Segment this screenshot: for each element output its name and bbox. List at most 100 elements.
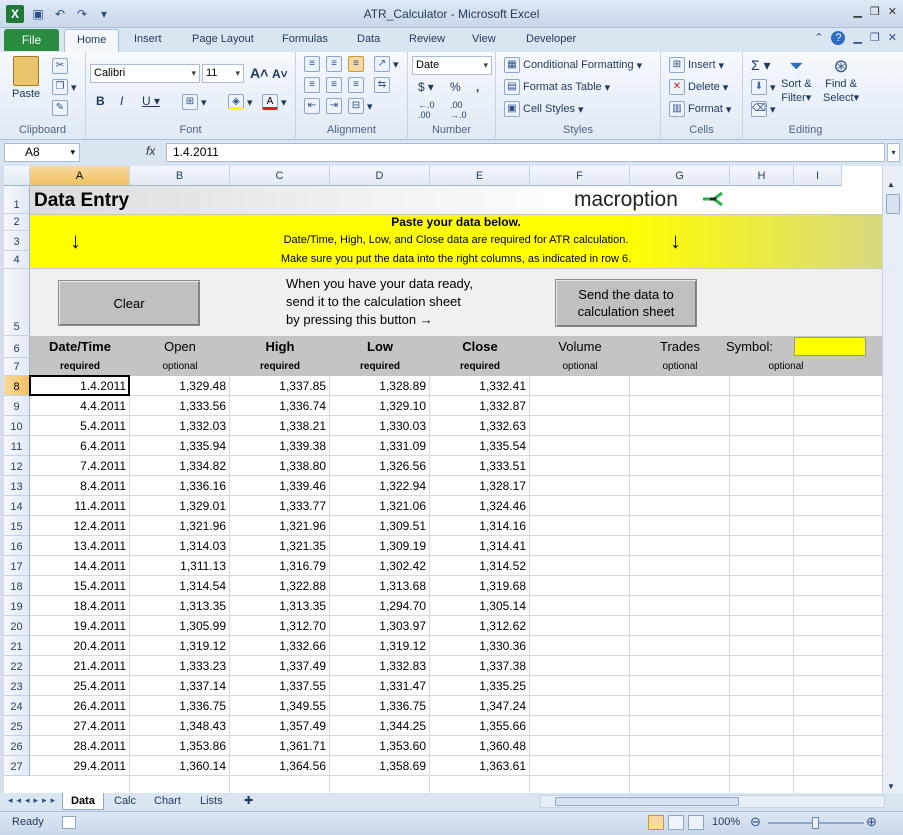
value-cell[interactable]: 1,329.01 <box>130 499 226 513</box>
value-cell[interactable]: 1,331.09 <box>330 439 426 453</box>
value-cell[interactable]: 1,358.69 <box>330 759 426 773</box>
row-header-8[interactable]: 8 <box>4 376 30 396</box>
value-cell[interactable]: 1,337.14 <box>130 679 226 693</box>
value-cell[interactable]: 1,321.96 <box>130 519 226 533</box>
value-cell[interactable]: 1,329.10 <box>330 399 426 413</box>
date-cell[interactable]: 4.4.2011 <box>30 399 126 413</box>
row-header-19[interactable]: 19 <box>4 596 30 616</box>
tab-insert[interactable]: Insert <box>134 33 162 45</box>
grow-font-icon[interactable]: A˄ <box>250 65 268 81</box>
value-cell[interactable]: 1,294.70 <box>330 599 426 613</box>
value-cell[interactable]: 1,305.14 <box>430 599 526 613</box>
value-cell[interactable]: 1,322.88 <box>230 579 326 593</box>
value-cell[interactable]: 1,338.21 <box>230 419 326 433</box>
date-cell[interactable]: 20.4.2011 <box>30 639 127 653</box>
value-cell[interactable]: 1,319.12 <box>130 639 226 653</box>
row-header-2[interactable]: 2 <box>4 214 30 231</box>
row-header-11[interactable]: 11 <box>4 436 30 456</box>
row-header-17[interactable]: 17 <box>4 556 30 576</box>
value-cell[interactable]: 1,321.35 <box>230 539 326 553</box>
help-icon[interactable]: ? <box>831 31 846 45</box>
sheet-tab-calc[interactable]: Calc <box>106 793 144 810</box>
align-middle-icon[interactable]: ≡ <box>326 56 342 72</box>
value-cell[interactable]: 1,337.55 <box>230 679 326 693</box>
date-cell[interactable]: 29.4.2011 <box>30 759 127 773</box>
value-cell[interactable]: 1,321.06 <box>330 499 426 513</box>
row-header-10[interactable]: 10 <box>4 416 30 436</box>
increase-indent-icon[interactable]: ⇥ <box>326 98 342 114</box>
vertical-scrollbar[interactable]: ▲ ▼ <box>882 166 903 793</box>
row-header-24[interactable]: 24 <box>4 696 30 716</box>
clear-icon[interactable]: ⌫ ▾ <box>751 101 776 117</box>
font-name-combo[interactable]: Calibri <box>90 64 200 83</box>
tab-review[interactable]: Review <box>409 33 445 45</box>
value-cell[interactable]: 1,330.03 <box>330 419 426 433</box>
value-cell[interactable]: 1,333.77 <box>230 499 326 513</box>
fill-icon[interactable]: ⬇ ▾ <box>751 79 776 95</box>
scroll-down-icon[interactable]: ▼ <box>887 782 895 791</box>
date-cell[interactable]: 11.4.2011 <box>30 499 126 513</box>
value-cell[interactable]: 1,313.35 <box>230 599 326 613</box>
increase-decimal-icon[interactable]: ←.0.00 <box>418 100 435 120</box>
find-select-button[interactable]: ⊛ Find & Select▾ <box>823 56 859 104</box>
value-cell[interactable]: 1,338.80 <box>230 459 326 473</box>
column-header-a[interactable]: A <box>30 166 130 186</box>
zoom-out-icon[interactable]: ⊖ <box>750 814 761 830</box>
autosum-icon[interactable]: Σ ▾ <box>751 57 771 74</box>
delete-cells-button[interactable]: ✕ Delete ▾ <box>669 79 728 95</box>
value-cell[interactable]: 1,309.51 <box>330 519 426 533</box>
value-cell[interactable]: 1,303.97 <box>330 619 426 633</box>
row-header-1[interactable]: 1 <box>4 186 30 214</box>
shrink-font-icon[interactable]: A˅ <box>272 67 288 81</box>
restore-doc-icon[interactable]: ❐ <box>870 31 880 45</box>
date-cell[interactable]: 8.4.2011 <box>30 479 126 493</box>
value-cell[interactable]: 1,335.94 <box>130 439 226 453</box>
row-header-12[interactable]: 12 <box>4 456 30 476</box>
value-cell[interactable]: 1,334.82 <box>130 459 226 473</box>
value-cell[interactable]: 1,324.46 <box>430 499 526 513</box>
value-cell[interactable]: 1,336.74 <box>230 399 326 413</box>
row-header-15[interactable]: 15 <box>4 516 30 536</box>
restore-icon[interactable]: ❐ <box>870 5 880 18</box>
align-center-icon[interactable]: ≡ <box>326 77 342 93</box>
row-header-18[interactable]: 18 <box>4 576 30 596</box>
row-header-5[interactable]: 5 <box>4 269 30 336</box>
value-cell[interactable]: 1,337.85 <box>230 379 326 393</box>
sheet-nav-icons[interactable]: ◂◂◂▸▸▸ <box>8 795 59 806</box>
format-painter-button[interactable]: ✎ <box>52 100 68 116</box>
zoom-in-icon[interactable]: ⊕ <box>866 814 877 830</box>
row-header-16[interactable]: 16 <box>4 536 30 556</box>
value-cell[interactable]: 1,339.46 <box>230 479 326 493</box>
align-right-icon[interactable]: ≡ <box>348 77 364 93</box>
date-cell[interactable]: 27.4.2011 <box>30 719 127 733</box>
expand-formula-icon[interactable]: ▾ <box>887 143 900 162</box>
value-cell[interactable]: 1,311.13 <box>130 559 226 573</box>
row-header-6[interactable]: 6 <box>4 336 30 358</box>
cell-styles-button[interactable]: ▣ Cell Styles ▾ <box>504 101 584 117</box>
date-cell[interactable]: 14.4.2011 <box>30 559 127 573</box>
value-cell[interactable]: 1,314.41 <box>430 539 526 553</box>
font-size-combo[interactable]: 11 <box>202 64 244 83</box>
value-cell[interactable]: 1,319.12 <box>330 639 426 653</box>
fill-color-icon[interactable]: ◈ ▾ <box>228 94 253 110</box>
row-header-26[interactable]: 26 <box>4 736 30 756</box>
insert-function-icon[interactable]: fx <box>146 144 155 158</box>
tab-view[interactable]: View <box>472 33 496 45</box>
column-header-d[interactable]: D <box>330 166 430 186</box>
value-cell[interactable]: 1,332.03 <box>130 419 226 433</box>
font-color-icon[interactable]: A ▾ <box>262 94 287 110</box>
tab-data[interactable]: Data <box>357 33 380 45</box>
decrease-indent-icon[interactable]: ⇤ <box>304 98 320 114</box>
date-cell[interactable]: 19.4.2011 <box>30 619 127 633</box>
conditional-formatting-button[interactable]: ▦ Conditional Formatting ▾ <box>504 57 642 73</box>
value-cell[interactable]: 1,337.49 <box>230 659 326 673</box>
value-cell[interactable]: 1,361.71 <box>230 739 326 753</box>
value-cell[interactable]: 1,313.68 <box>330 579 426 593</box>
date-cell[interactable]: 26.4.2011 <box>30 699 127 713</box>
value-cell[interactable]: 1,332.63 <box>430 419 526 433</box>
row-header-7[interactable]: 7 <box>4 358 30 376</box>
page-break-view-icon[interactable] <box>688 815 704 830</box>
value-cell[interactable]: 1,360.48 <box>430 739 526 753</box>
column-header-g[interactable]: G <box>630 166 730 186</box>
date-cell[interactable]: 25.4.2011 <box>30 679 127 693</box>
